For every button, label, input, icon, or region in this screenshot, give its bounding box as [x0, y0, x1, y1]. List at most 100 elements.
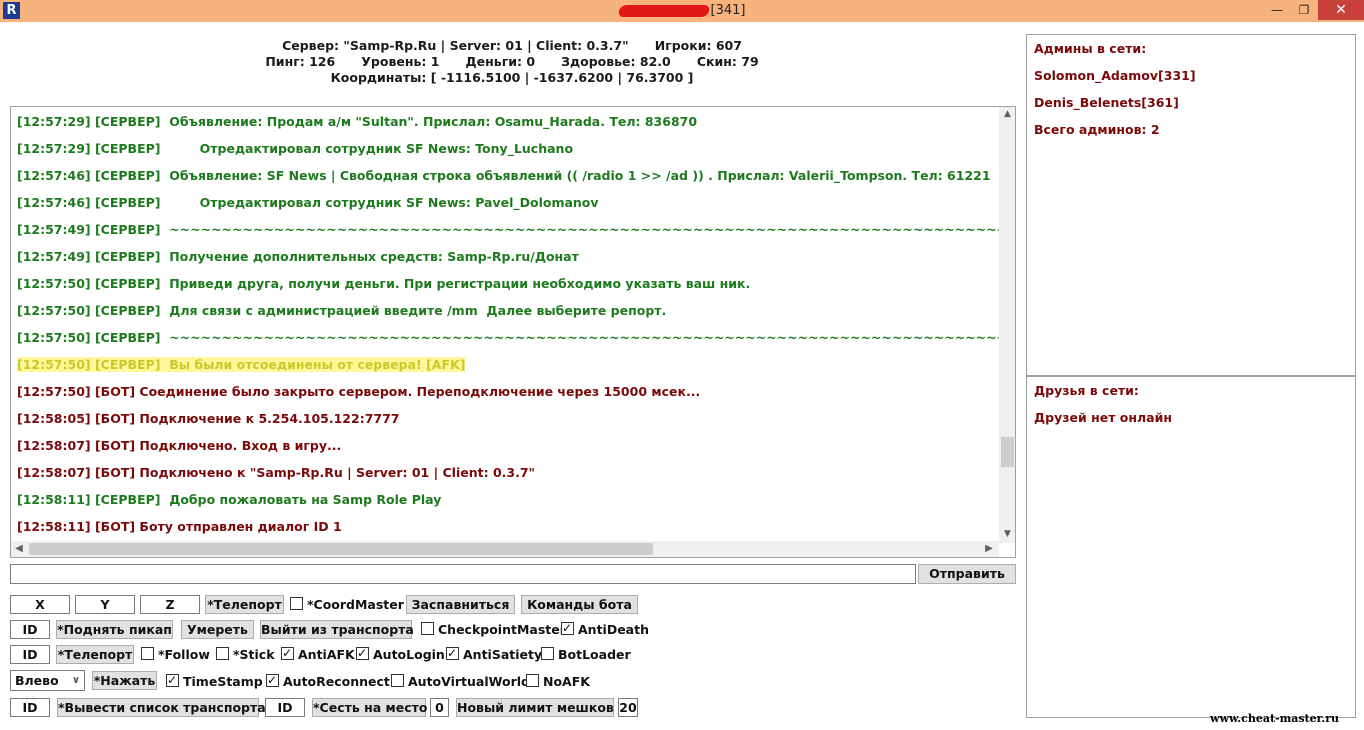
checkbox-label: AntiAFK — [298, 647, 355, 662]
z-field[interactable]: Z — [140, 595, 200, 614]
chat-line: [12:58:05] [БОТ] Подключение к 5.254.105… — [17, 408, 997, 435]
redacted-mark — [616, 4, 711, 17]
chat-line-text: [12:57:50] [БОТ] Соединение было закрыто… — [17, 384, 701, 399]
bag-limit-field[interactable]: 20 — [618, 698, 638, 717]
direction-select[interactable]: Влево ∨ — [10, 670, 85, 691]
chat-line-text: [12:58:11] [СЕРВЕР] Добро пожаловать на … — [17, 492, 442, 507]
horizontal-scroll-thumb[interactable] — [29, 543, 653, 555]
chat-line-text: [12:57:29] [СЕРВЕР] Отредактировал сотру… — [17, 141, 574, 156]
checkbox-box[interactable] — [290, 597, 303, 610]
chat-line-text: [12:57:29] [СЕРВЕР] Объявление: Продам а… — [17, 114, 698, 129]
y-field[interactable]: Y — [75, 595, 135, 614]
chat-line: [12:57:46] [СЕРВЕР] Отредактировал сотру… — [17, 192, 997, 219]
noafk-checkbox[interactable]: NoAFK — [526, 673, 590, 691]
admins-panel: Админы в сети: Solomon_Adamov[331] Denis… — [1026, 34, 1356, 376]
checkbox-box[interactable] — [391, 674, 404, 687]
checkbox-label: AntiDeath — [578, 622, 649, 637]
bot-commands-button[interactable]: Команды бота — [521, 595, 638, 614]
pickup-id-field[interactable]: ID — [10, 620, 50, 639]
vertical-scrollbar[interactable]: ▲ ▼ — [999, 107, 1015, 543]
checkbox-label: TimeStamp — [183, 674, 263, 689]
chat-line: [12:58:07] [БОТ] Подключено к "Samp-Rp.R… — [17, 462, 997, 489]
vertical-scroll-thumb[interactable] — [1001, 437, 1014, 467]
stick-checkbox[interactable]: *Stick — [216, 646, 275, 664]
chat-line: [12:57:49] [СЕРВЕР] ~~~~~~~~~~~~~~~~~~~~… — [17, 219, 1015, 246]
minimize-button[interactable]: — — [1264, 0, 1290, 20]
pickup-button[interactable]: *Поднять пикап — [56, 620, 173, 639]
command-input[interactable] — [10, 564, 916, 584]
scroll-down-icon[interactable]: ▼ — [999, 527, 1015, 541]
checkbox-label: *Follow — [158, 647, 210, 662]
send-button[interactable]: Отправить — [918, 564, 1016, 584]
checkbox-label: BotLoader — [558, 647, 631, 662]
vehicle-list-button[interactable]: *Вывести список транспорта — [57, 698, 266, 717]
antideath-checkbox[interactable]: AntiDeath — [561, 619, 649, 639]
checkbox-box[interactable] — [446, 644, 459, 662]
chat-line: [12:57:49] [СЕРВЕР] Получение дополнител… — [17, 246, 997, 273]
chat-line: [12:58:07] [БОТ] Подключено. Вход в игру… — [17, 435, 997, 462]
checkbox-box[interactable] — [216, 647, 229, 660]
autovirtualworld-checkbox[interactable]: AutoVirtualWorld — [391, 673, 530, 691]
chat-line-text: [12:57:49] [СЕРВЕР] ~~~~~~~~~~~~~~~~~~~~… — [17, 222, 1015, 237]
teleport-player-button[interactable]: *Телепорт — [56, 645, 134, 664]
checkbox-box[interactable] — [266, 671, 279, 689]
antiafk-checkbox[interactable]: AntiAFK — [281, 644, 355, 664]
chat-line-text: [12:57:50] [СЕРВЕР] Вы были отсоединены … — [17, 357, 466, 372]
chat-line: [12:57:46] [СЕРВЕР] Объявление: SF News … — [17, 165, 997, 192]
admins-title: Админы в сети: — [1034, 41, 1147, 56]
x-field[interactable]: X — [10, 595, 70, 614]
teleport-coords-button[interactable]: *Телепорт — [205, 595, 284, 614]
follow-checkbox[interactable]: *Follow — [141, 646, 210, 664]
sit-button[interactable]: *Сесть на место — [312, 698, 427, 717]
window-title-suffix: [341] — [710, 3, 746, 18]
checkbox-label: NoAFK — [543, 674, 590, 689]
antisatiety-checkbox[interactable]: AntiSatiety — [446, 644, 542, 664]
autologin-checkbox[interactable]: AutoLogin — [356, 644, 445, 664]
checkbox-box[interactable] — [356, 644, 369, 662]
checkbox-box[interactable] — [561, 619, 574, 637]
die-button[interactable]: Умереть — [181, 620, 254, 639]
friends-panel: Друзья в сети: Друзей нет онлайн — [1026, 376, 1356, 718]
chat-line: [12:57:29] [СЕРВЕР] Отредактировал сотру… — [17, 138, 997, 165]
checkbox-box[interactable] — [141, 647, 154, 660]
checkbox-label: AutoLogin — [373, 647, 445, 662]
player-stats-line: Пинг: 126 Уровень: 1 Деньги: 0 Здоровье:… — [265, 54, 759, 69]
bag-limit-button[interactable]: Новый лимит мешков — [456, 698, 614, 717]
chat-log[interactable]: [12:57:29] [СЕРВЕР] Объявление: Продам а… — [10, 106, 1016, 558]
checkbox-box[interactable] — [541, 647, 554, 660]
seat-value-field[interactable]: 0 — [430, 698, 449, 717]
admin-item: Solomon_Adamov[331] — [1034, 68, 1196, 83]
vehicle-id-field[interactable]: ID — [10, 698, 50, 717]
chat-line-text: [12:57:46] [СЕРВЕР] Объявление: SF News … — [17, 168, 991, 183]
chat-line-text: [12:58:07] [БОТ] Подключено. Вход в игру… — [17, 438, 342, 453]
checkbox-box[interactable] — [421, 622, 434, 635]
press-button[interactable]: *Нажать — [92, 671, 157, 690]
horizontal-scrollbar[interactable]: ◀ ▶ — [11, 541, 999, 557]
respawn-button[interactable]: Заспавниться — [406, 595, 515, 614]
chat-line-text: [12:57:50] [СЕРВЕР] Для связи с админист… — [17, 303, 667, 318]
scroll-right-icon[interactable]: ▶ — [981, 541, 997, 557]
admins-total: Всего админов: 2 — [1034, 122, 1160, 137]
chat-line: [12:58:11] [БОТ] Боту отправлен диалог I… — [17, 516, 997, 543]
watermark: www.cheat-master.ru — [1210, 712, 1340, 725]
close-button[interactable]: ✕ — [1318, 0, 1364, 20]
scroll-up-icon[interactable]: ▲ — [999, 107, 1015, 121]
checkbox-box[interactable] — [281, 644, 294, 662]
maximize-button[interactable]: ❐ — [1290, 0, 1318, 20]
friends-title: Друзья в сети: — [1034, 383, 1139, 398]
autoreconnect-checkbox[interactable]: AutoReconnect — [266, 671, 390, 691]
coordmaster-checkbox[interactable]: *CoordMaster — [290, 596, 404, 614]
chat-line: [12:57:29] [СЕРВЕР] Объявление: Продам а… — [17, 111, 997, 138]
checkbox-label: *Stick — [233, 647, 275, 662]
checkbox-box[interactable] — [526, 674, 539, 687]
teleport-id-field[interactable]: ID — [10, 645, 50, 664]
exit-vehicle-button[interactable]: Выйти из транспорта — [260, 620, 414, 639]
server-info: Сервер: "Samp-Rp.Ru | Server: 01 | Clien… — [0, 38, 1024, 86]
checkpointmaster-checkbox[interactable]: CheckpointMaster — [421, 621, 566, 639]
botloader-checkbox[interactable]: BotLoader — [541, 646, 631, 664]
timestamp-checkbox[interactable]: TimeStamp — [166, 671, 263, 691]
server-info-line: Сервер: "Samp-Rp.Ru | Server: 01 | Clien… — [282, 38, 742, 53]
seat-id-field[interactable]: ID — [265, 698, 305, 717]
scroll-left-icon[interactable]: ◀ — [11, 541, 27, 557]
checkbox-box[interactable] — [166, 671, 179, 689]
